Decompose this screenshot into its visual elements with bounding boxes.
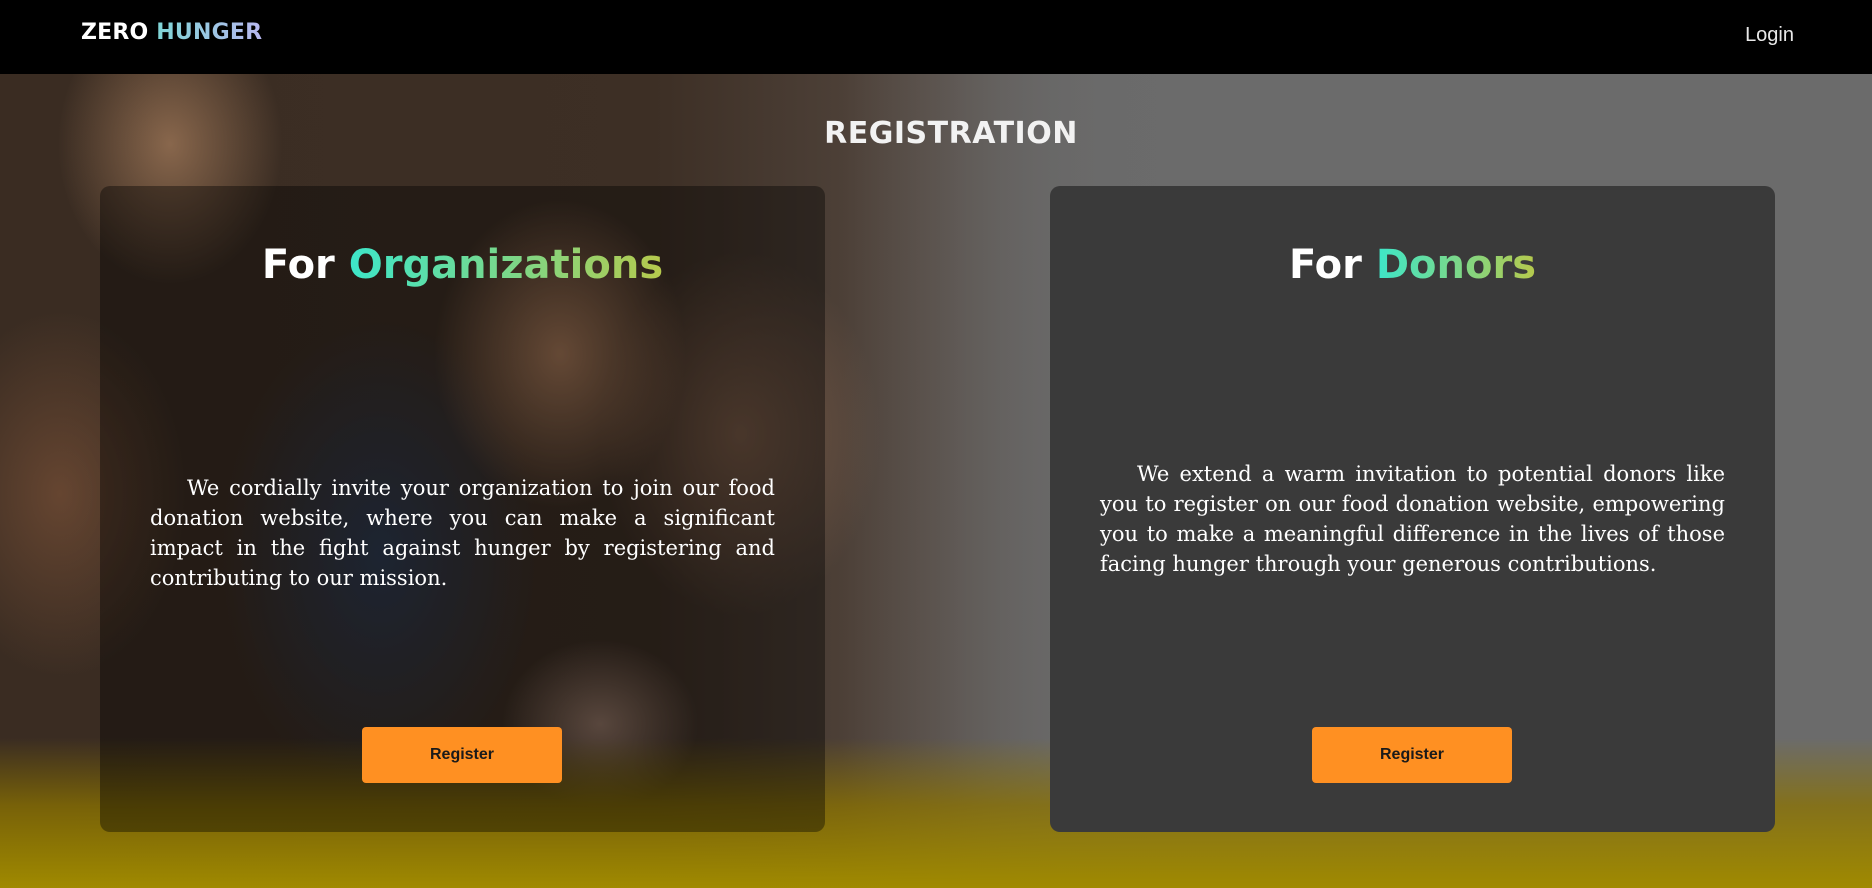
card-title-highlight: Donors (1375, 242, 1537, 288)
card-title: For Organizations (100, 242, 825, 288)
register-organization-button[interactable]: Register (362, 727, 562, 783)
top-navbar: ZERO HUNGER Login (0, 0, 1872, 74)
card-title: For Donors (1050, 242, 1775, 288)
brand-logo[interactable]: ZERO HUNGER (81, 20, 262, 45)
organizations-card: For Organizations We cordially invite yo… (100, 186, 825, 832)
page-title: REGISTRATION (824, 116, 1078, 151)
register-donor-button[interactable]: Register (1312, 727, 1512, 783)
login-link[interactable]: Login (1745, 24, 1794, 47)
card-title-prefix: For (1288, 242, 1362, 288)
card-title-highlight: Organizations (348, 242, 664, 288)
donors-card: For Donors We extend a warm invitation t… (1050, 186, 1775, 832)
card-description: We extend a warm invitation to potential… (1100, 462, 1725, 576)
brand-word-hunger: HUNGER (156, 20, 263, 45)
card-title-prefix: For (261, 242, 335, 288)
brand-word-zero: ZERO (81, 20, 149, 45)
card-description: We cordially invite your organization to… (150, 476, 775, 590)
